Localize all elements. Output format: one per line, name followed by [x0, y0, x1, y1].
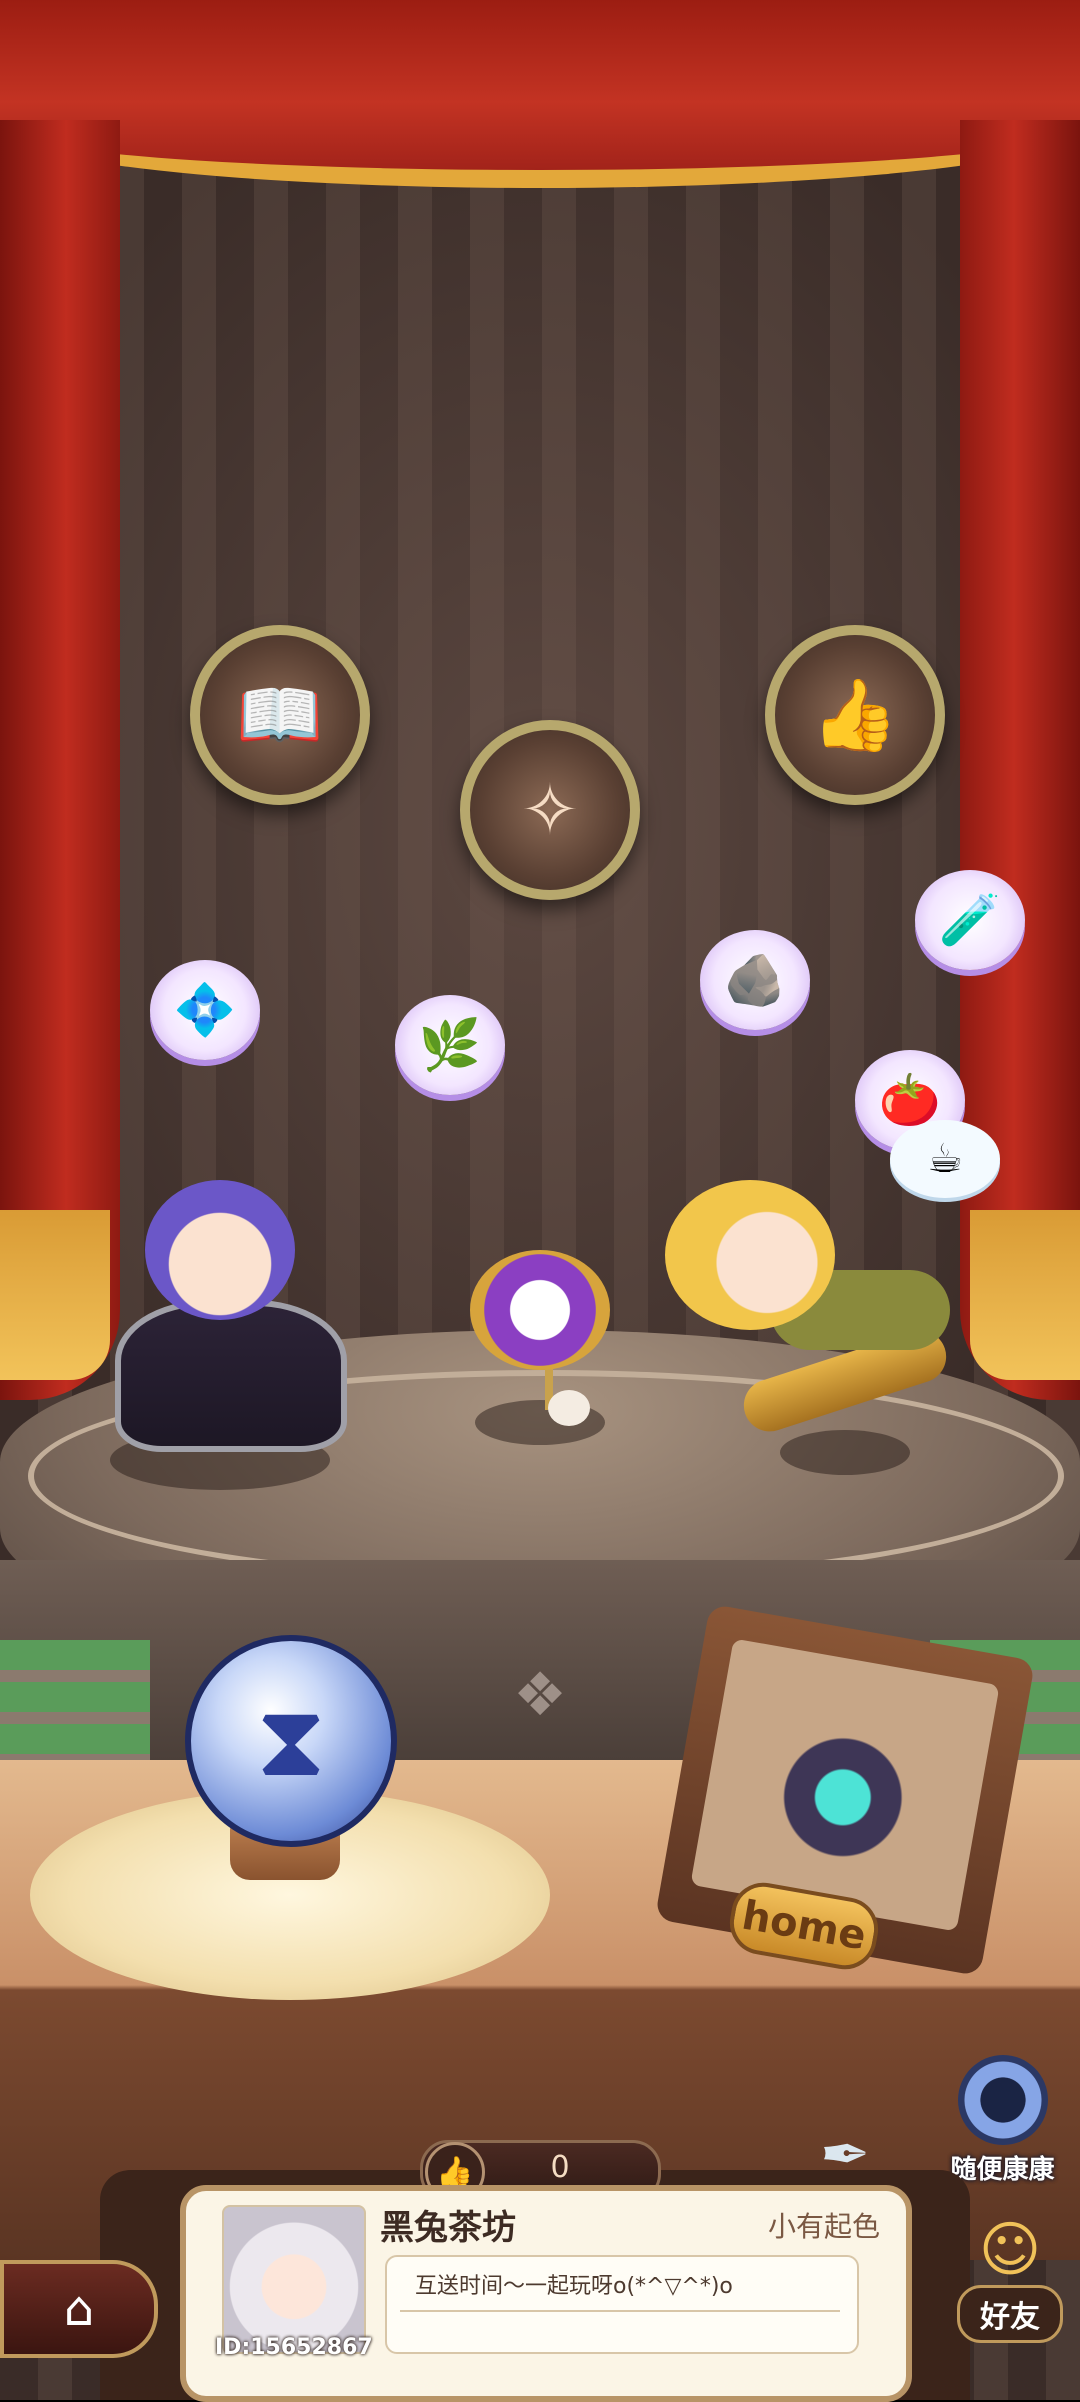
- ore-icon: 🪨: [723, 950, 787, 1009]
- player-id: ID:15652867: [215, 2335, 373, 2360]
- player-status: 小有起色: [767, 2210, 880, 2243]
- player-name: 黑兔茶坊: [380, 2208, 516, 2248]
- curtain-right: [960, 120, 1080, 1400]
- herb-item-bubble[interactable]: 🌿: [395, 995, 505, 1095]
- book-icon: 📖: [236, 673, 324, 756]
- mirror-character[interactable]: [470, 1250, 610, 1370]
- stairs-left: [0, 1640, 150, 1760]
- message-text: 互送时间～一起玩呀o(*^▽^*)o: [415, 2274, 733, 2299]
- thought-bubble[interactable]: ☕: [890, 1120, 1000, 1198]
- potion-icon: 🧪: [938, 890, 1002, 949]
- mirror-item-bubble[interactable]: 💠: [150, 960, 260, 1060]
- home-picture: [690, 1638, 1000, 1932]
- teacup-icon: ☕: [927, 1136, 963, 1182]
- hourglass-icon: ⧗: [255, 1682, 327, 1799]
- ore-item-bubble[interactable]: 🪨: [700, 930, 810, 1030]
- curtain-fringe-right: [970, 1210, 1080, 1380]
- curtain-fringe-left: [0, 1210, 110, 1380]
- herb-icon: 🌿: [418, 1015, 482, 1074]
- curtain-valance: [0, 0, 1080, 188]
- mirror-icon: 💠: [173, 980, 237, 1039]
- blonde-shadow: [780, 1430, 910, 1475]
- book-medal[interactable]: 📖: [190, 625, 370, 805]
- friends-button[interactable]: ☺ 好友: [940, 2215, 1080, 2365]
- fairy-icon: ✧: [520, 769, 580, 851]
- thumbs-up-medal[interactable]: 👍: [765, 625, 945, 805]
- fairy-medal[interactable]: ✧: [460, 720, 640, 900]
- potion-item-bubble[interactable]: 🧪: [915, 870, 1025, 970]
- quill-icon[interactable]: ✒: [820, 2120, 900, 2190]
- crystal-ball-button[interactable]: ⧗: [185, 1635, 397, 1847]
- portal-icon: [957, 2055, 1048, 2145]
- avatar[interactable]: [222, 2205, 366, 2354]
- random-visit-button[interactable]: 随便康康: [940, 2055, 1065, 2185]
- stage-ornament-icon: ❖: [513, 1660, 567, 1730]
- house-icon: ⌂: [63, 2281, 95, 2337]
- friends-icon: ☺: [978, 2215, 1042, 2285]
- blonde-character[interactable]: [665, 1180, 835, 1330]
- maid-character[interactable]: [145, 1180, 295, 1320]
- home-button[interactable]: ⌂: [0, 2260, 158, 2358]
- mirror-tassel: [548, 1390, 590, 1426]
- like-count: 0: [550, 2150, 570, 2185]
- thumbs-up-icon: 👍: [811, 673, 899, 756]
- maid-character-body[interactable]: [115, 1300, 347, 1452]
- friends-label: 好友: [957, 2285, 1063, 2343]
- message-divider: [400, 2310, 840, 2312]
- curtain-left: [0, 120, 120, 1400]
